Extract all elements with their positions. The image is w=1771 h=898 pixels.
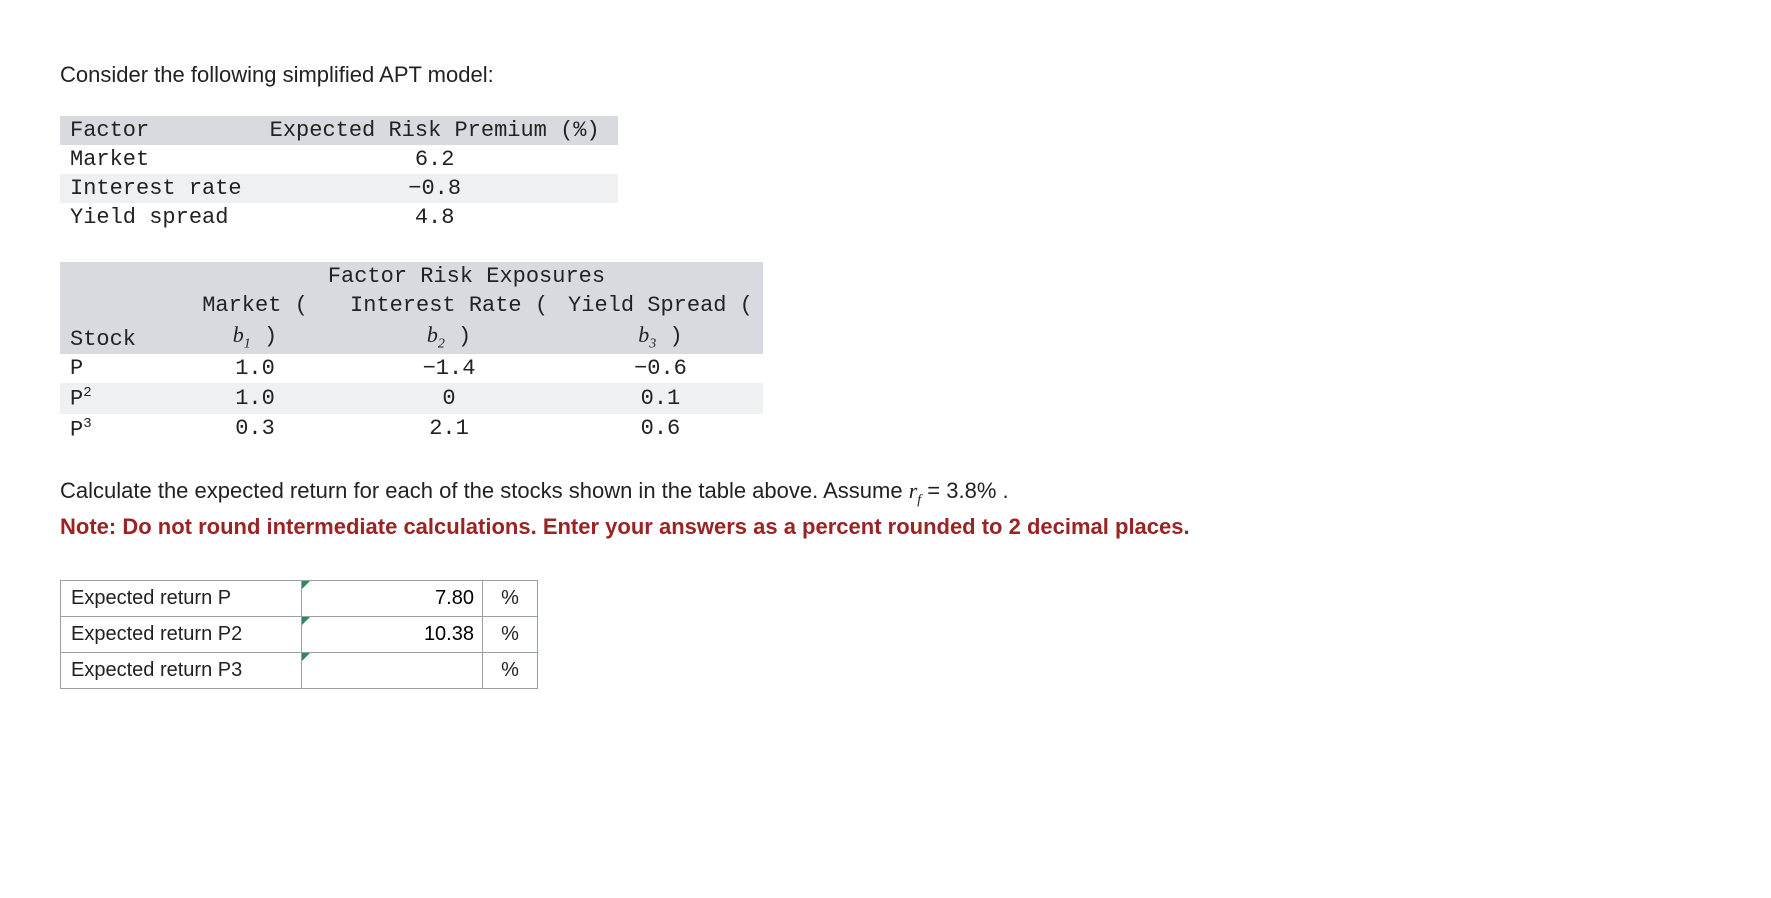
exposures-title: Factor Risk Exposures <box>170 262 763 291</box>
exposures-col-ir-sym: b2 ) <box>340 320 558 354</box>
risk-premium-table: Factor Expected Risk Premium (%) Market … <box>60 116 618 232</box>
answer-unit: % <box>483 617 538 653</box>
exposures-b2: −1.4 <box>340 354 558 383</box>
answer-unit: % <box>483 653 538 689</box>
exposures-b3: 0.6 <box>558 414 763 444</box>
exposures-stock: P2 <box>60 383 170 413</box>
premium-value: −0.8 <box>260 174 618 203</box>
question-text: Calculate the expected return for each o… <box>60 478 1711 508</box>
answer-row: Expected return P2 % <box>61 617 538 653</box>
intro-text: Consider the following simplified APT mo… <box>60 62 1711 88</box>
exposures-b2: 0 <box>340 383 558 413</box>
exposures-col-ir-pre: Interest Rate ( <box>340 291 558 320</box>
exposures-stock: P <box>60 354 170 383</box>
question-note: Note: Do not round intermediate calculat… <box>60 514 1711 540</box>
expected-return-p3-input[interactable] <box>302 653 482 688</box>
premium-factor: Market <box>60 145 260 174</box>
input-marker-icon <box>302 653 310 661</box>
exposures-col-stock: Stock <box>60 291 170 354</box>
exposures-col-ys-pre: Yield Spread ( <box>558 291 763 320</box>
input-marker-icon <box>302 617 310 625</box>
exposures-table: Factor Risk Exposures Stock Market ( Int… <box>60 262 763 444</box>
expected-return-p-input[interactable] <box>302 581 482 616</box>
exposures-stock: P3 <box>60 414 170 444</box>
premium-header-factor: Factor <box>60 116 260 145</box>
premium-factor: Yield spread <box>60 203 260 232</box>
exposures-b3: 0.1 <box>558 383 763 413</box>
answer-row: Expected return P % <box>61 581 538 617</box>
answer-row: Expected return P3 % <box>61 653 538 689</box>
premium-value: 4.8 <box>260 203 618 232</box>
premium-value: 6.2 <box>260 145 618 174</box>
answer-label: Expected return P3 <box>61 653 302 689</box>
input-marker-icon <box>302 581 310 589</box>
answer-label: Expected return P2 <box>61 617 302 653</box>
answer-label: Expected return P <box>61 581 302 617</box>
answer-unit: % <box>483 581 538 617</box>
premium-header-value: Expected Risk Premium (%) <box>260 116 618 145</box>
exposures-col-market-sym: b1 ) <box>170 320 340 354</box>
exposures-col-ys-sym: b3 ) <box>558 320 763 354</box>
exposures-b2: 2.1 <box>340 414 558 444</box>
exposures-b3: −0.6 <box>558 354 763 383</box>
answer-table: Expected return P % Expected return P2 %… <box>60 580 538 689</box>
exposures-col-market-pre: Market ( <box>170 291 340 320</box>
premium-factor: Interest rate <box>60 174 260 203</box>
expected-return-p2-input[interactable] <box>302 617 482 652</box>
exposures-b1: 0.3 <box>170 414 340 444</box>
exposures-b1: 1.0 <box>170 383 340 413</box>
exposures-b1: 1.0 <box>170 354 340 383</box>
